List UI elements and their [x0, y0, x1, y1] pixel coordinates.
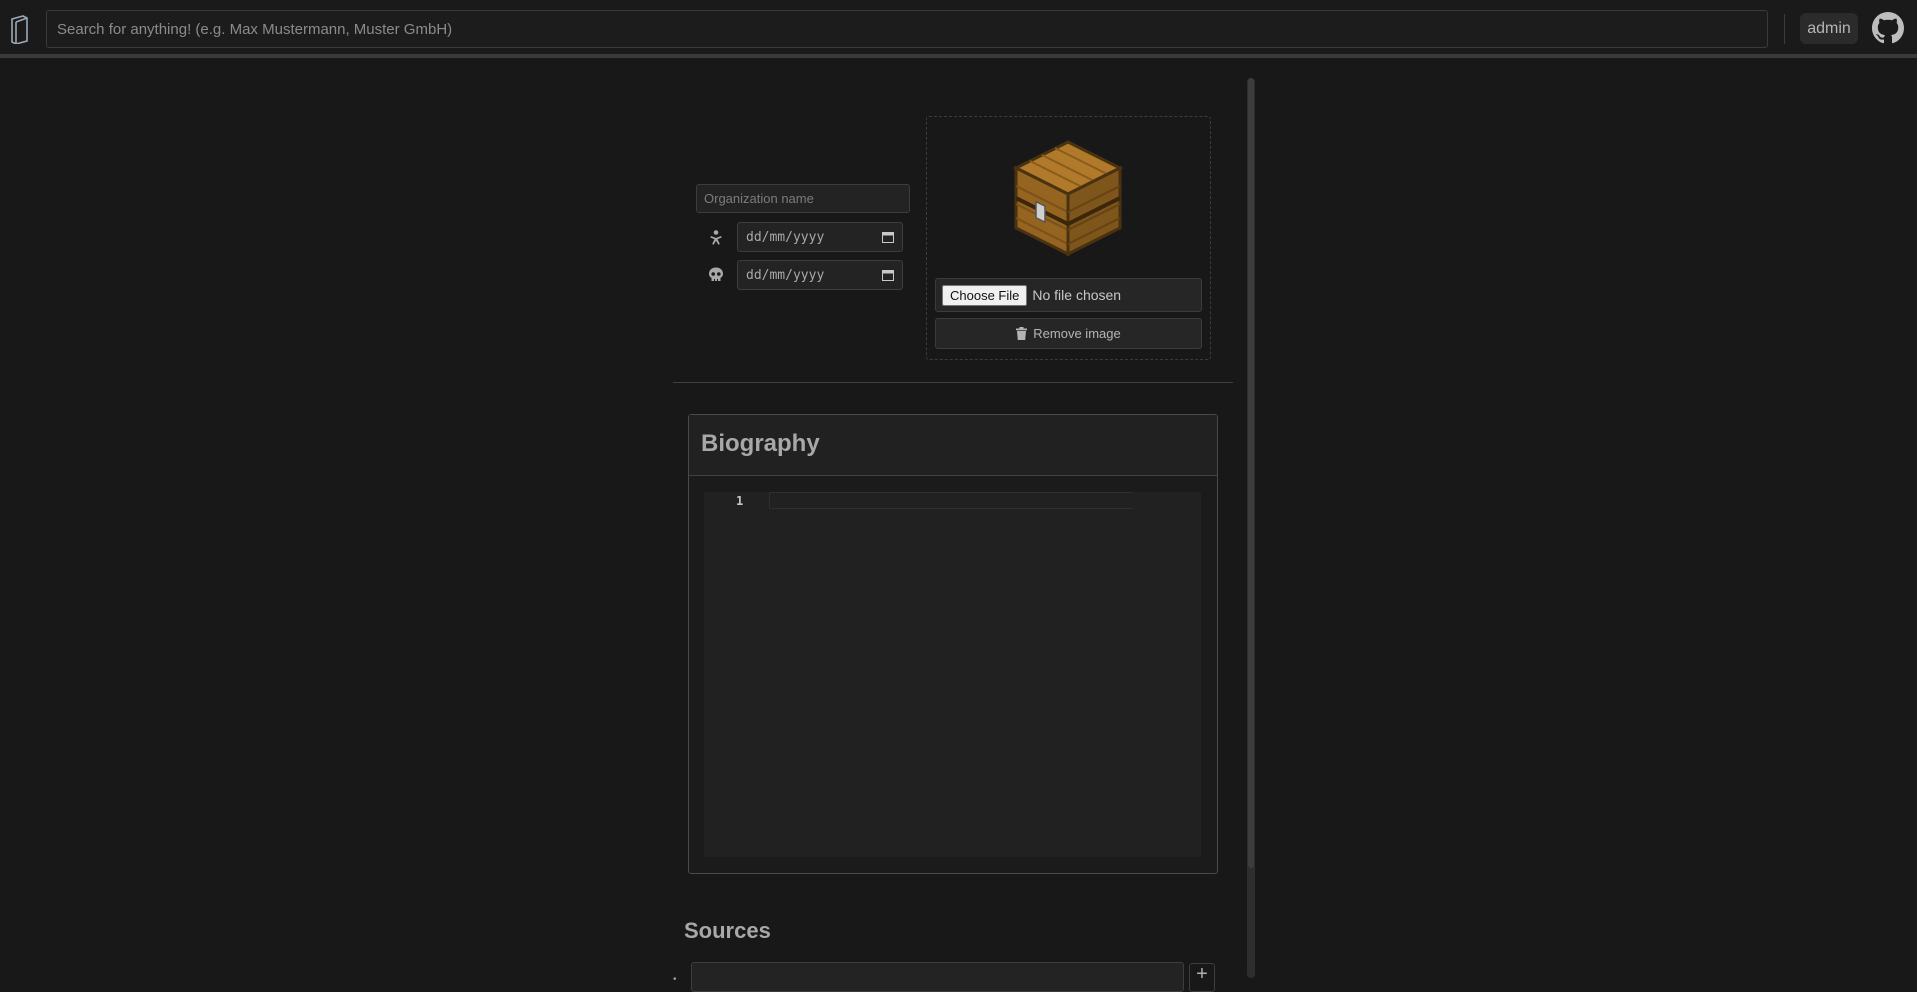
active-line[interactable]	[769, 492, 1133, 509]
founded-date-text: dd/mm/yyyy	[746, 229, 825, 245]
github-icon[interactable]	[1872, 12, 1904, 44]
trash-icon	[1016, 327, 1028, 340]
header-divider	[1784, 14, 1785, 44]
top-bar: admin	[0, 0, 1917, 58]
file-status-text: No file chosen	[1032, 287, 1122, 303]
calendar-icon[interactable]	[882, 231, 894, 243]
biography-editor[interactable]	[704, 492, 1201, 857]
section-divider	[673, 382, 1233, 383]
skull-icon	[709, 267, 723, 281]
organization-name-input[interactable]	[696, 184, 910, 213]
add-source-button[interactable]: +	[1189, 963, 1215, 992]
chest-image	[1012, 140, 1124, 257]
user-button[interactable]: admin	[1800, 13, 1858, 44]
source-bullet: •	[673, 974, 677, 985]
source-input[interactable]	[691, 962, 1184, 992]
baby-icon	[710, 230, 722, 245]
file-input[interactable]: Choose File No file chosen	[935, 278, 1202, 312]
remove-image-label: Remove image	[1033, 326, 1121, 341]
choose-file-button[interactable]: Choose File	[942, 284, 1028, 306]
remove-image-button[interactable]: Remove image	[935, 318, 1202, 349]
line-number: 1	[736, 494, 744, 508]
sources-title: Sources	[684, 918, 771, 943]
calendar-icon[interactable]	[882, 269, 894, 281]
biography-title: Biography	[701, 430, 820, 457]
founded-date-input[interactable]: dd/mm/yyyy	[737, 222, 903, 252]
dissolved-date-text: dd/mm/yyyy	[746, 267, 825, 283]
book-icon[interactable]	[9, 14, 31, 44]
search-input[interactable]	[46, 10, 1768, 48]
scrollbar-thumb[interactable]	[1248, 78, 1254, 868]
dissolved-date-input[interactable]: dd/mm/yyyy	[737, 260, 903, 290]
